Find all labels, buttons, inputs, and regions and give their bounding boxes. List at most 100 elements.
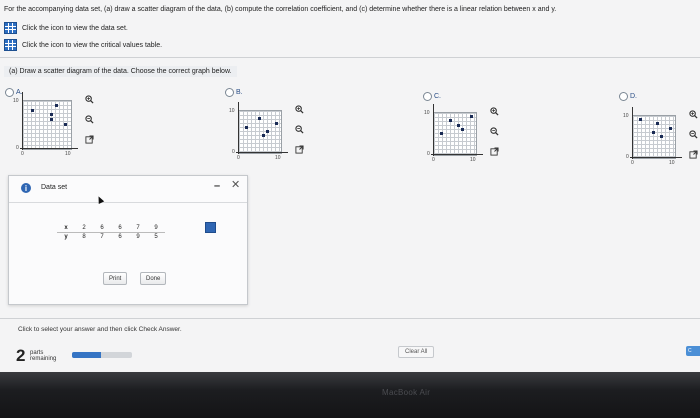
scatter-point [54, 103, 58, 107]
done-button[interactable]: Done [140, 272, 167, 285]
laptop-bezel [0, 372, 700, 418]
scatter-point [448, 119, 452, 123]
x-tick-label: 0 [237, 155, 240, 161]
zoom-in-icon[interactable] [84, 94, 95, 105]
scatter-point [266, 130, 270, 133]
option-b[interactable]: B. [225, 88, 243, 97]
table-cell: 8 [82, 234, 86, 240]
page: For the accompanying data set, (a) draw … [0, 0, 700, 372]
instruction-text: Click to select your answer and then cli… [18, 326, 182, 333]
print-button[interactable]: Print [103, 272, 128, 285]
parts-remaining-label: parts remaining [30, 350, 56, 362]
table-icon[interactable] [4, 22, 17, 34]
progress-fill [72, 352, 101, 358]
origin-label: 0 [232, 149, 235, 155]
zoom-out-icon[interactable] [688, 129, 699, 140]
scatter-point [639, 118, 643, 122]
y-header: y [64, 234, 68, 240]
zoom-out-icon[interactable] [489, 126, 500, 137]
minimize-icon[interactable]: – [214, 180, 220, 192]
zoom-in-icon[interactable] [489, 106, 500, 117]
scatter-point [49, 113, 53, 117]
popout-icon[interactable] [84, 134, 95, 145]
parts-label-line-2: remaining [30, 356, 57, 362]
option-d-label[interactable]: D. [630, 93, 637, 100]
scatter-point [668, 126, 672, 130]
check-answer-button[interactable]: C [686, 346, 700, 356]
table-icon[interactable] [4, 39, 17, 51]
option-a[interactable]: A. [5, 88, 23, 97]
table-cell: 5 [154, 234, 158, 240]
zoom-out-icon[interactable] [84, 114, 95, 125]
option-b-radio[interactable] [225, 88, 234, 97]
scatter-point [440, 132, 444, 135]
scatter-plot-area[interactable] [632, 115, 676, 159]
x-axis [630, 157, 682, 158]
scatter-point [652, 130, 655, 134]
scatter-point [457, 123, 461, 127]
origin-label: 0 [626, 154, 629, 160]
y-axis [632, 107, 633, 159]
scatter-point [656, 122, 660, 126]
x-axis [20, 148, 78, 149]
parts-remaining-count: 2 [16, 346, 26, 365]
option-d-radio[interactable] [619, 92, 628, 101]
option-d[interactable]: D. [619, 92, 637, 101]
y-tick-label: 10 [424, 110, 430, 116]
table-row: x 2 6 6 7 9 [57, 224, 165, 233]
x-header: x [57, 224, 75, 233]
x-axis [431, 154, 483, 155]
dialog-title: Data set [41, 184, 68, 191]
x-tick-label: 0 [631, 160, 634, 166]
table-cell: 2 [75, 224, 93, 233]
option-b-label[interactable]: B. [236, 89, 243, 96]
scatter-point [262, 134, 266, 138]
y-tick-label: 10 [623, 113, 629, 119]
table-cell: 9 [136, 234, 140, 240]
x-tick-label: 0 [21, 151, 24, 157]
popout-icon[interactable] [294, 144, 305, 155]
y-axis [238, 102, 239, 154]
popout-icon[interactable] [489, 146, 500, 157]
scatter-point [30, 108, 34, 112]
scatter-point [49, 118, 53, 122]
table-cell: 7 [129, 224, 147, 233]
zoom-in-icon[interactable] [294, 104, 305, 115]
close-icon[interactable]: ✕ [231, 178, 240, 191]
scatter-point [245, 125, 249, 129]
origin-label: 0 [427, 151, 430, 157]
zoom-out-icon[interactable] [294, 124, 305, 135]
table-row: y 8 7 6 9 5 [57, 233, 165, 242]
data-set-dialog: i Data set – ✕ x 2 6 6 7 9 y 8 7 6 9 5 P… [8, 175, 248, 305]
copy-to-clipboard-icon[interactable] [205, 222, 216, 233]
y-axis [22, 92, 23, 150]
scatter-point [274, 121, 278, 125]
scatter-point [461, 127, 465, 131]
progress-bar [72, 352, 132, 358]
clear-all-button[interactable]: Clear All [398, 346, 435, 358]
zoom-in-icon[interactable] [688, 109, 699, 120]
popout-icon[interactable] [688, 149, 699, 160]
scatter-point [64, 123, 68, 126]
option-c[interactable]: C. [423, 92, 441, 101]
data-set-link-text[interactable]: Click the icon to view the data set. [22, 25, 128, 32]
option-c-label[interactable]: C. [434, 93, 441, 100]
question-text: For the accompanying data set, (a) draw … [4, 6, 557, 13]
table-cell: 9 [147, 224, 165, 233]
divider [0, 318, 700, 319]
x-tick-label: 10 [65, 151, 71, 157]
x-tick-label: 0 [432, 157, 435, 163]
data-set-link[interactable]: Click the icon to view the data set. [4, 22, 128, 34]
critical-values-link[interactable]: Click the icon to view the critical valu… [4, 39, 162, 51]
data-table: x 2 6 6 7 9 y 8 7 6 9 5 [57, 224, 165, 241]
option-c-radio[interactable] [423, 92, 432, 101]
table-cell: 7 [100, 234, 104, 240]
y-tick-label: 10 [13, 98, 19, 104]
scatter-point [660, 135, 664, 138]
x-tick-label: 10 [275, 155, 281, 161]
device-label: MacBook Air [382, 388, 431, 397]
table-cell: 6 [118, 234, 122, 240]
origin-label: 0 [16, 145, 19, 151]
option-a-radio[interactable] [5, 88, 14, 97]
critical-values-link-text[interactable]: Click the icon to view the critical valu… [22, 42, 162, 49]
